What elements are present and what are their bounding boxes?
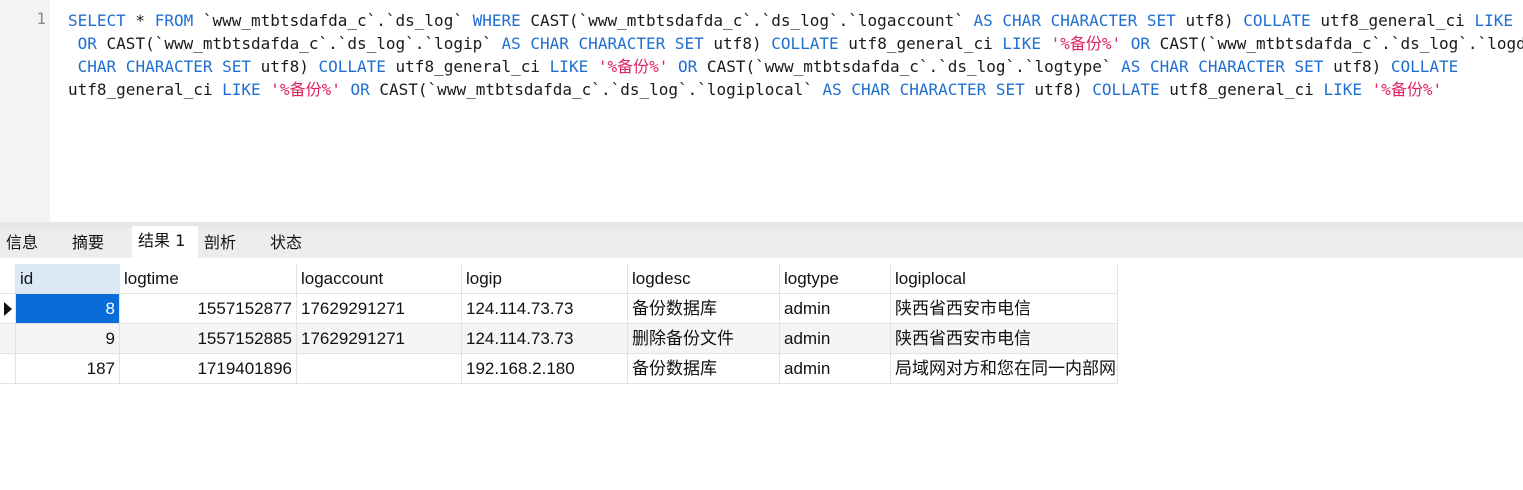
tab-0[interactable]: 信息 xyxy=(0,228,66,258)
cell-logdesc[interactable]: 备份数据库 xyxy=(628,354,780,384)
sql-text: utf8_general_ci xyxy=(1159,80,1324,99)
sql-text: CAST(`www_mtbtsdafda_c`.`ds_log`.`logacc… xyxy=(520,11,974,30)
sql-string: '%备份%' xyxy=(270,80,341,99)
cell-logtype[interactable]: admin xyxy=(780,324,891,354)
sql-text: CAST(`www_mtbtsdafda_c`.`ds_log`.`logipl… xyxy=(369,80,823,99)
cell-logiplocal[interactable]: 陕西省西安市电信 xyxy=(891,324,1118,354)
column-header-logtype[interactable]: logtype xyxy=(780,264,891,294)
sql-keyword: COLLATE xyxy=(1390,57,1459,76)
cell-logtype[interactable]: admin xyxy=(780,294,891,324)
sql-string: '%备份%' xyxy=(1371,80,1443,99)
sql-keyword: COLLATE xyxy=(1092,80,1160,99)
sql-keyword: LIKE xyxy=(222,80,261,99)
sql-keyword: AS CHAR CHARACTER SET xyxy=(501,34,704,53)
column-header-logaccount[interactable]: logaccount xyxy=(297,264,462,294)
tab-1[interactable]: 摘要 xyxy=(66,228,132,258)
sql-keyword: COLLATE xyxy=(318,57,386,76)
sql-line: OR CAST(`www_mtbtsdafda_c`.`ds_log`.`log… xyxy=(68,32,1523,55)
sql-keyword: WHERE xyxy=(472,11,521,30)
column-header-logip[interactable]: logip xyxy=(462,264,628,294)
row-indicator[interactable] xyxy=(0,324,16,354)
cell-logaccount[interactable] xyxy=(297,354,462,384)
sql-keyword: OR xyxy=(350,80,370,99)
column-header-logtime[interactable]: logtime xyxy=(120,264,297,294)
current-row-arrow-icon xyxy=(4,302,12,316)
tab-3[interactable]: 剖析 xyxy=(198,228,264,258)
column-header-logdesc[interactable]: logdesc xyxy=(628,264,780,294)
cell-logtime[interactable]: 1719401896 xyxy=(120,354,297,384)
cell-id[interactable]: 8 xyxy=(16,294,120,324)
result-tabs: 信息 摘要 结果 1 剖析 状态 xyxy=(0,226,1523,258)
sql-text: utf8_general_ci xyxy=(385,57,550,76)
sql-keyword: LIKE xyxy=(1002,34,1041,53)
sql-line: utf8_general_ci LIKE '%备份%' OR CAST(`www… xyxy=(68,78,1523,101)
sql-editor[interactable]: 1 SELECT * FROM `www_mtbtsdafda_c`.`ds_l… xyxy=(0,0,1523,222)
sql-text: utf8) xyxy=(703,34,772,53)
sql-text: utf8_general_ci xyxy=(68,80,223,99)
sql-text: utf8) xyxy=(1323,57,1391,76)
sql-keyword: AS CHAR CHARACTER SET xyxy=(973,11,1176,30)
sql-code[interactable]: SELECT * FROM `www_mtbtsdafda_c`.`ds_log… xyxy=(68,9,1523,101)
sql-keyword: SELECT xyxy=(68,11,126,30)
sql-text: `www_mtbtsdafda_c`.`ds_log` xyxy=(193,11,473,30)
column-header-logiplocal[interactable]: logiplocal xyxy=(891,264,1118,294)
sql-keyword: LIKE xyxy=(1474,11,1513,30)
cell-logtype[interactable]: admin xyxy=(780,354,891,384)
sql-string: '%备份%' xyxy=(597,57,669,76)
cell-logiplocal[interactable]: 局域网对方和您在同一内部网 xyxy=(891,354,1118,384)
sql-keyword: COLLATE xyxy=(1243,11,1311,30)
column-header-id[interactable]: id xyxy=(16,264,120,294)
sql-keyword: CHAR CHARACTER SET xyxy=(77,57,252,76)
sql-string: '%备份%' xyxy=(1050,34,1122,53)
cell-logtime[interactable]: 1557152877 xyxy=(120,294,297,324)
cell-logdesc[interactable]: 删除备份文件 xyxy=(628,324,780,354)
sql-keyword: OR xyxy=(77,34,97,53)
sql-text: CAST(`www_mtbtsdafda_c`.`ds_log`.`logip` xyxy=(96,34,502,53)
sql-text: CAST(`www_mtbtsdafda_c`.`ds_log`.`logdes… xyxy=(1159,34,1523,53)
cell-logiplocal[interactable]: 陕西省西安市电信 xyxy=(891,294,1118,324)
sql-text: utf8) xyxy=(1024,80,1093,99)
sql-keyword: COLLATE xyxy=(771,34,839,53)
line-number-gutter: 1 xyxy=(0,0,50,222)
sql-line: SELECT * FROM `www_mtbtsdafda_c`.`ds_log… xyxy=(68,9,1523,32)
sql-line: CHAR CHARACTER SET utf8) COLLATE utf8_ge… xyxy=(68,55,1523,78)
cell-logip[interactable]: 124.114.73.73 xyxy=(462,324,628,354)
tab-4[interactable]: 状态 xyxy=(264,228,330,258)
cell-logdesc[interactable]: 备份数据库 xyxy=(628,294,780,324)
sql-keyword: LIKE xyxy=(1323,80,1362,99)
sql-text: utf8) xyxy=(251,57,319,76)
sql-text: utf8_general_ci xyxy=(1310,11,1475,30)
header-corner xyxy=(0,264,16,294)
cell-id[interactable]: 187 xyxy=(16,354,120,384)
tab-2[interactable]: 结果 1 xyxy=(132,226,198,258)
sql-keyword: AS CHAR CHARACTER SET xyxy=(822,80,1025,99)
sql-keyword: AS CHAR CHARACTER SET xyxy=(1121,57,1324,76)
cell-logip[interactable]: 124.114.73.73 xyxy=(462,294,628,324)
sql-text: * xyxy=(125,11,155,30)
row-indicator[interactable] xyxy=(0,294,16,324)
sql-keyword: OR xyxy=(678,57,698,76)
line-number: 1 xyxy=(36,9,46,28)
sql-keyword: OR xyxy=(1130,34,1151,53)
cell-logip[interactable]: 192.168.2.180 xyxy=(462,354,628,384)
sql-keyword: FROM xyxy=(154,11,194,30)
sql-text: utf8_general_ci xyxy=(838,34,1003,53)
sql-text: CAST(`www_mtbtsdafda_c`.`ds_log`.`logtyp… xyxy=(697,57,1122,76)
sql-text: utf8) xyxy=(1175,11,1244,30)
sql-keyword: LIKE xyxy=(549,57,589,76)
cell-id[interactable]: 9 xyxy=(16,324,120,354)
cell-logtime[interactable]: 1557152885 xyxy=(120,324,297,354)
cell-logaccount[interactable]: 17629291271 xyxy=(297,294,462,324)
row-indicator[interactable] xyxy=(0,354,16,384)
cell-logaccount[interactable]: 17629291271 xyxy=(297,324,462,354)
